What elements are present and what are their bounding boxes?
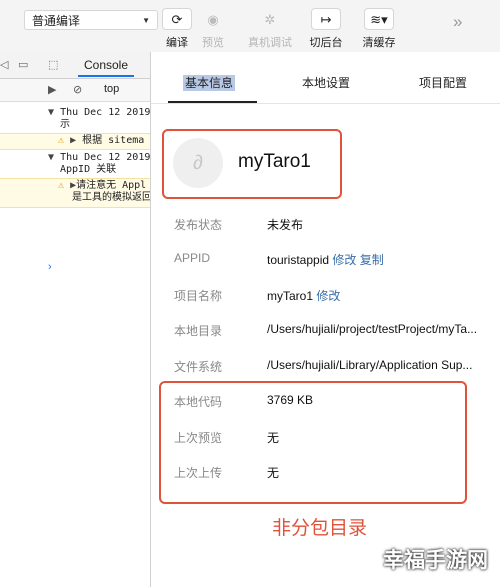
- local-dir-link[interactable]: /Users/hujiali/project/testProject/myTa.…: [267, 322, 479, 336]
- annotation-label: 非分包目录: [272, 518, 368, 539]
- console-warning-entry[interactable]: ⚠ ▶ 根据 sitema: [0, 133, 150, 150]
- clear-console-icon[interactable]: ⊘: [73, 83, 82, 96]
- switch-background-label: 切后台: [309, 37, 343, 49]
- device-debug-label: 真机调试: [248, 37, 292, 49]
- tab-console[interactable]: Console: [78, 52, 134, 77]
- preview-label: 预览: [202, 37, 224, 49]
- expand-arrow-icon: ▶: [70, 135, 77, 146]
- info-row-local-dir: 本地目录 /Users/hujiali/project/testProject/…: [174, 322, 479, 338]
- clear-cache-button[interactable]: ≋▾ 清缓存: [351, 8, 407, 50]
- watermark-logo: 幸福手游网: [383, 549, 488, 572]
- log-timestamp: Thu Dec 12 2019: [60, 107, 150, 118]
- warning-text-continued: 是工具的模拟返回: [72, 192, 150, 203]
- console-toolbar: ▶ ⊘ top: [0, 79, 150, 102]
- info-row-appid: APPID touristappid 修改 复制: [174, 251, 384, 267]
- file-system-link[interactable]: /Users/hujiali/Library/Application Sup..…: [267, 358, 479, 372]
- log-text: AppID 关联: [60, 164, 117, 175]
- log-timestamp: Thu Dec 12 2019: [60, 152, 150, 163]
- devtools-panel: ◁ ▭ ⬚ Console ▶ ⊘ top ▼ Thu Dec 12 2019 …: [0, 52, 151, 587]
- expand-arrow-icon: ▼: [48, 107, 55, 118]
- info-row-project-name: 项目名称 myTaro1 修改: [174, 289, 341, 303]
- switch-background-icon: ↦: [311, 8, 341, 30]
- console-log-entry[interactable]: ▼ Thu Dec 12 2019 示: [0, 107, 150, 131]
- project-name-value: myTaro1: [267, 289, 314, 303]
- devtools-tabbar: ◁ ▭ ⬚ Console: [0, 52, 150, 79]
- context-selector[interactable]: top: [104, 83, 119, 95]
- edit-project-name-link[interactable]: 修改: [316, 289, 340, 303]
- project-details-panel: 基本信息 本地设置 项目配置 ∂ myTaro1 发布状态 未发布 APPID …: [151, 52, 500, 587]
- highlight-box-code-stats: [159, 381, 467, 504]
- device-debug-button[interactable]: ✲ 真机调试: [242, 8, 298, 50]
- toolbar: 普通编译 ▼ ⟳ 编译 ◉ 预览 ✲ 真机调试 ↦ 切后台 ≋▾ 清缓存 »: [0, 0, 500, 53]
- appid-value: touristappid: [267, 253, 330, 267]
- warning-icon: ⚠: [58, 180, 65, 191]
- layers-icon: ≋▾: [364, 8, 394, 30]
- warning-text: 请注意无 Appl: [76, 180, 147, 191]
- console-warning-entry[interactable]: ⚠ ▶请注意无 Appl 是工具的模拟返回: [0, 178, 150, 208]
- clear-cache-label: 清缓存: [362, 37, 396, 49]
- edit-appid-link[interactable]: 修改: [332, 253, 356, 267]
- tab-divider: [151, 103, 500, 104]
- tab-local-settings[interactable]: 本地设置: [302, 74, 350, 91]
- compile-mode-select[interactable]: 普通编译 ▼: [24, 10, 158, 30]
- console-log-entry[interactable]: ▼ Thu Dec 12 2019 AppID 关联: [0, 152, 150, 176]
- warning-text: 根据 sitema: [82, 135, 145, 146]
- preview-button[interactable]: ◉ 预览: [185, 8, 241, 50]
- more-chevrons-icon[interactable]: »: [453, 12, 462, 32]
- bug-icon: ✲: [264, 12, 276, 27]
- switch-background-button[interactable]: ↦ 切后台: [298, 8, 354, 50]
- compile-mode-value: 普通编译: [32, 14, 81, 28]
- inspect-element-icon[interactable]: ⬚: [48, 58, 58, 71]
- tab-basic-info[interactable]: 基本信息: [183, 74, 236, 91]
- sidebar-toggle-icon[interactable]: ▶: [48, 83, 56, 96]
- device-toggle-icon[interactable]: ▭: [18, 58, 28, 71]
- info-row-publish-status: 发布状态 未发布: [174, 218, 304, 232]
- warning-icon: ⚠: [58, 135, 65, 146]
- copy-appid-link[interactable]: 复制: [360, 253, 384, 267]
- expand-arrow-icon: ▼: [48, 152, 55, 163]
- eye-icon: ◉: [207, 12, 219, 27]
- log-text: 示: [60, 119, 70, 130]
- dock-icon[interactable]: ◁: [0, 58, 8, 71]
- tab-project-config[interactable]: 项目配置: [419, 74, 467, 91]
- info-row-file-system: 文件系统 /Users/hujiali/Library/Application …: [151, 358, 500, 378]
- highlight-box-project: [162, 129, 342, 199]
- console-prompt-icon[interactable]: ›: [48, 261, 52, 273]
